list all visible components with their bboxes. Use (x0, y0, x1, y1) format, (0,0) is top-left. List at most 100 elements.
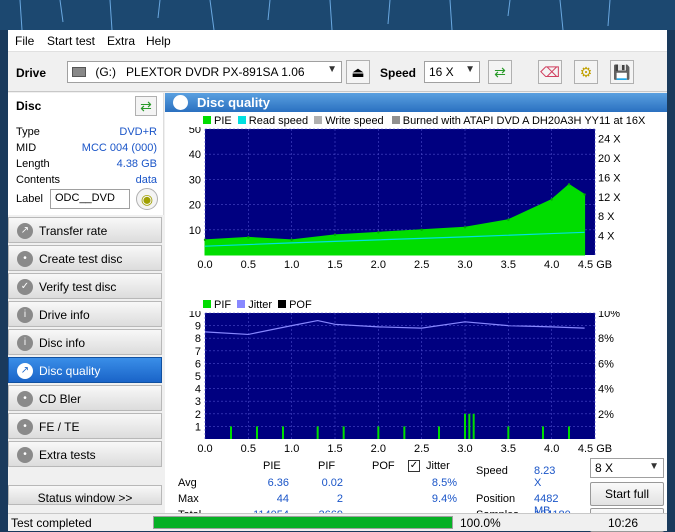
y-right-tick-label: 16 X (598, 172, 621, 184)
menu-help[interactable]: Help (146, 34, 171, 48)
progress-bar (153, 516, 453, 529)
position-label: Position (476, 493, 516, 505)
pif-swatch (203, 300, 211, 308)
y-tick-label: 5 (195, 371, 201, 383)
pif-bar (568, 426, 570, 439)
x-tick-label: 2.5 (414, 259, 429, 271)
nav-disc-info[interactable]: i Disc info (8, 329, 162, 355)
speed-readout-value: 8.23 X (534, 465, 556, 489)
y-tick-label: 20 (189, 200, 201, 212)
disc-type-key: Type (16, 126, 40, 138)
nav-create-test-disc[interactable]: • Create test disc (8, 245, 162, 271)
x-tick-label: 3.5 (501, 259, 516, 271)
disc-type-value: DVD+R (119, 126, 157, 138)
disc-icon: ◉ (140, 191, 154, 207)
options-button[interactable]: ⚙ (574, 60, 598, 84)
y-tick-label: 10 (189, 311, 201, 320)
legend-write-speed: Write speed (325, 115, 384, 127)
menu-bar: File Start test Extra Help (8, 30, 667, 52)
x-tick-label: 1.0 (284, 443, 299, 455)
eject-button[interactable]: ⏏ (346, 60, 370, 84)
x-tick-label: 3.0 (457, 443, 472, 455)
pif-bar (282, 426, 284, 439)
stats-row-label: Avg (178, 477, 197, 489)
nav-extra-tests[interactable]: • Extra tests (8, 441, 162, 467)
nav-label: Verify test disc (39, 280, 117, 294)
menu-extra[interactable]: Extra (107, 34, 135, 48)
pif-bar (256, 426, 258, 439)
disc-label-button[interactable]: ◉ (136, 188, 158, 210)
stats-max-jitter: 9.4% (431, 493, 457, 505)
bottom-chart-legend: PIF Jitter POF (203, 299, 312, 311)
x-tick-label: 3.5 (501, 443, 516, 455)
burned-swatch (391, 116, 400, 124)
menu-start-test[interactable]: Start test (47, 34, 95, 48)
start-full-button[interactable]: Start full (590, 482, 664, 506)
eraser-icon: ⌫ (540, 64, 560, 80)
refresh-speed-button[interactable]: ⇄ (488, 60, 512, 84)
pie-point (463, 226, 467, 229)
legend-pif: PIF (214, 299, 232, 311)
nav-drive-info[interactable]: i Drive info (8, 301, 162, 327)
y-tick-label: 30 (189, 174, 201, 186)
test-speed-value: 8 X (595, 461, 614, 475)
y-right-tick-label: 10% (598, 311, 620, 320)
chevron-down-icon: ▼ (327, 64, 337, 75)
nav-cd-bler[interactable]: • CD Bler (8, 385, 162, 411)
x-tick-label: 1.0 (284, 259, 299, 271)
left-panel: Disc ⇄ Type DVD+R MID MCC 004 (000) Leng… (8, 93, 164, 513)
pie-point (583, 193, 586, 196)
speed-value: 16 X (429, 65, 454, 79)
y-tick-label: 40 (189, 149, 201, 161)
legend-burned: Burned with ATAPI DVD A DH20A3H YY11 at … (402, 115, 646, 127)
y-right-tick-label: 20 X (598, 153, 621, 165)
disc-label-field[interactable]: ODC__DVD (50, 189, 130, 209)
nav-verify-test-disc[interactable]: ✓ Verify test disc (8, 273, 162, 299)
disc-write-icon: • (17, 251, 33, 267)
y-tick-label: 9 (195, 321, 201, 333)
pif-bar (464, 413, 466, 439)
disc-info-icon: i (17, 335, 33, 351)
disc-title: Disc (16, 99, 42, 113)
stats-row-label: Max (178, 493, 199, 505)
speed-select[interactable]: 16 X ▼ (424, 61, 480, 83)
pie-point (333, 233, 337, 237)
y-right-tick-label: 2% (598, 409, 614, 421)
y-tick-label: 2 (195, 409, 201, 421)
y-tick-label: 8 (195, 333, 201, 345)
x-tick-label: 2.0 (371, 259, 386, 271)
save-button[interactable]: 💾 (610, 60, 634, 84)
stats-avg-pie: 6.36 (267, 477, 289, 489)
drive-name: PLEXTOR DVDR PX-891SA 1.06 (126, 65, 305, 79)
jitter-checkbox[interactable]: ✓ (408, 460, 420, 472)
app-window: File Start test Extra Help Drive (G:) PL… (8, 30, 667, 532)
desktop-background (0, 0, 675, 30)
disc-mid-value: MCC 004 (000) (81, 142, 157, 154)
pif-jitter-chart: 0.0 0.5 1.0 1.5 2.0 2.5 3.0 3.5 4.0 4.5 GB 1098765… (189, 311, 620, 455)
pie-point (203, 238, 207, 242)
test-speed-select[interactable]: 8 X ▼ (590, 458, 664, 478)
speedometer-icon: ↗ (17, 223, 33, 239)
nav-transfer-rate[interactable]: ↗ Transfer rate (8, 217, 162, 243)
disc-length-value: 4.38 GB (116, 158, 157, 170)
erase-button[interactable]: ⌫ (538, 60, 562, 84)
x-tick-label: 0.0 (197, 259, 212, 271)
stats-header-pof: POF (372, 460, 395, 472)
y-tick-label: 3 (195, 396, 201, 408)
read-speed-swatch (237, 116, 246, 124)
legend-jitter: Jitter (248, 299, 273, 311)
status-window-button[interactable]: Status window >> (8, 485, 162, 505)
pie-point (507, 218, 510, 221)
y-tick-label: 6 (195, 358, 201, 370)
drive-select[interactable]: (G:) PLEXTOR DVDR PX-891SA 1.06 ▼ (67, 61, 342, 83)
stats-max-pie: 44 (276, 493, 289, 505)
menu-file[interactable]: File (15, 34, 34, 48)
nav-fe-te[interactable]: • FE / TE (8, 413, 162, 439)
x-tick-label: 4.5 GB (578, 259, 612, 271)
pif-bar (316, 426, 319, 439)
disc-length-key: Length (16, 158, 50, 170)
nav-disc-quality[interactable]: ↗ Disc quality (8, 357, 162, 383)
x-tick-label: 0.5 (241, 443, 256, 455)
nav-label: Disc quality (39, 364, 101, 378)
refresh-disc-button[interactable]: ⇄ (135, 96, 157, 116)
